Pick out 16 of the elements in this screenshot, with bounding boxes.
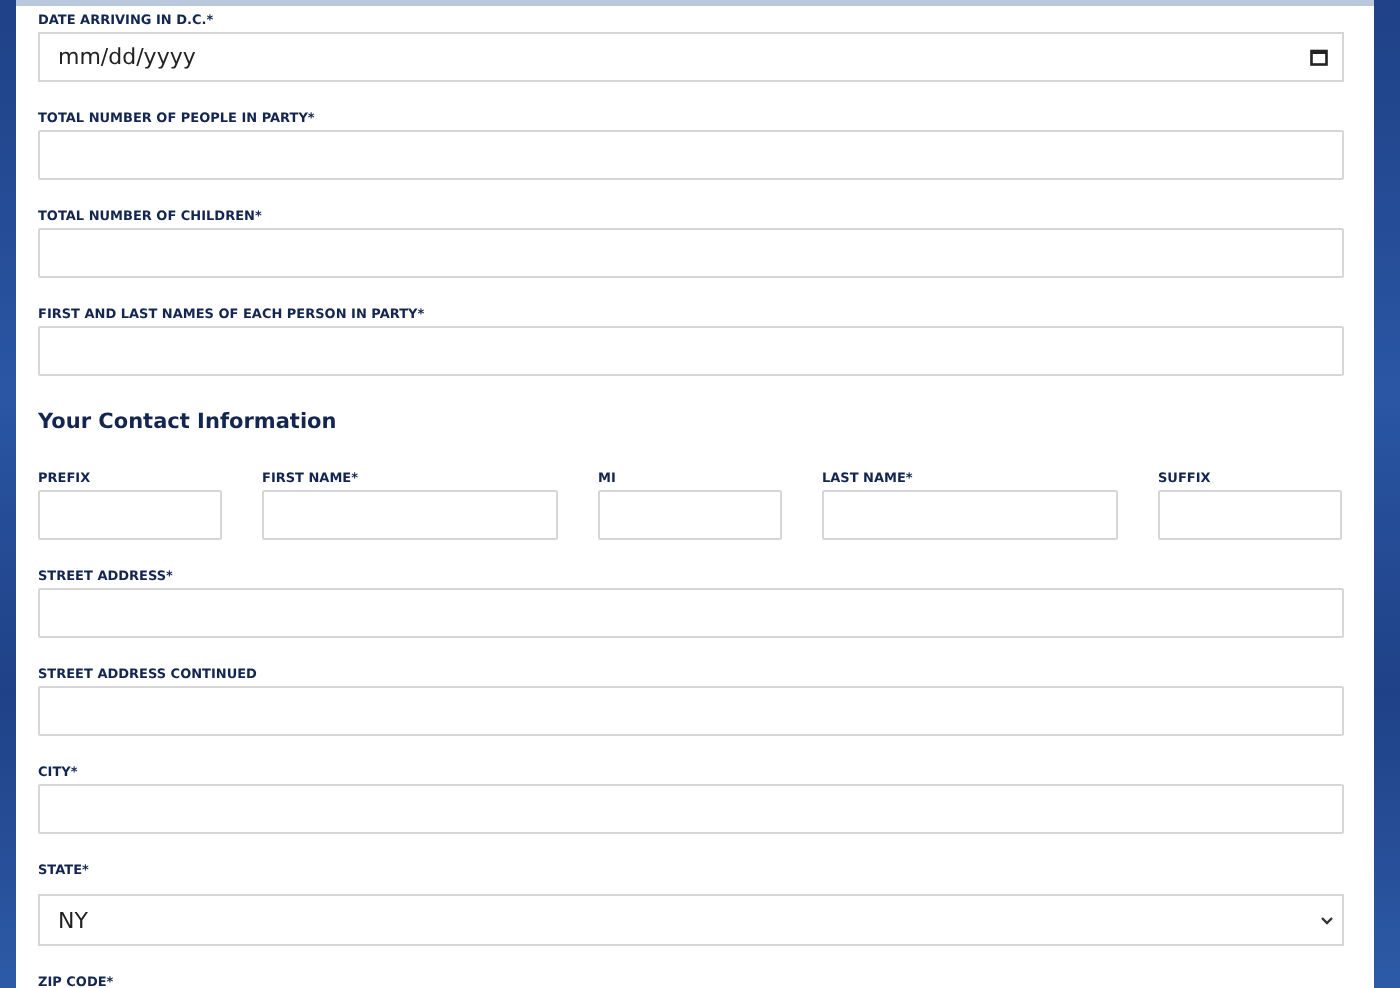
calendar-icon[interactable]	[1310, 48, 1328, 66]
input-field[interactable]	[1158, 490, 1342, 540]
input-field[interactable]	[262, 490, 558, 540]
input-field[interactable]	[822, 490, 1118, 540]
section-heading: Your Contact Information	[38, 410, 339, 434]
select-field[interactable]: NY	[38, 894, 1344, 946]
input-field[interactable]	[38, 228, 1344, 278]
input-field[interactable]	[598, 490, 782, 540]
input-field[interactable]	[38, 686, 1344, 736]
input-field[interactable]	[38, 130, 1344, 180]
date-field[interactable]: mm/dd/yyyy	[38, 32, 1344, 82]
input-field[interactable]	[38, 490, 222, 540]
input-field[interactable]	[38, 326, 1344, 376]
input-field[interactable]	[38, 588, 1344, 638]
input-field[interactable]	[38, 784, 1344, 834]
chevron-down-icon	[1320, 915, 1334, 925]
